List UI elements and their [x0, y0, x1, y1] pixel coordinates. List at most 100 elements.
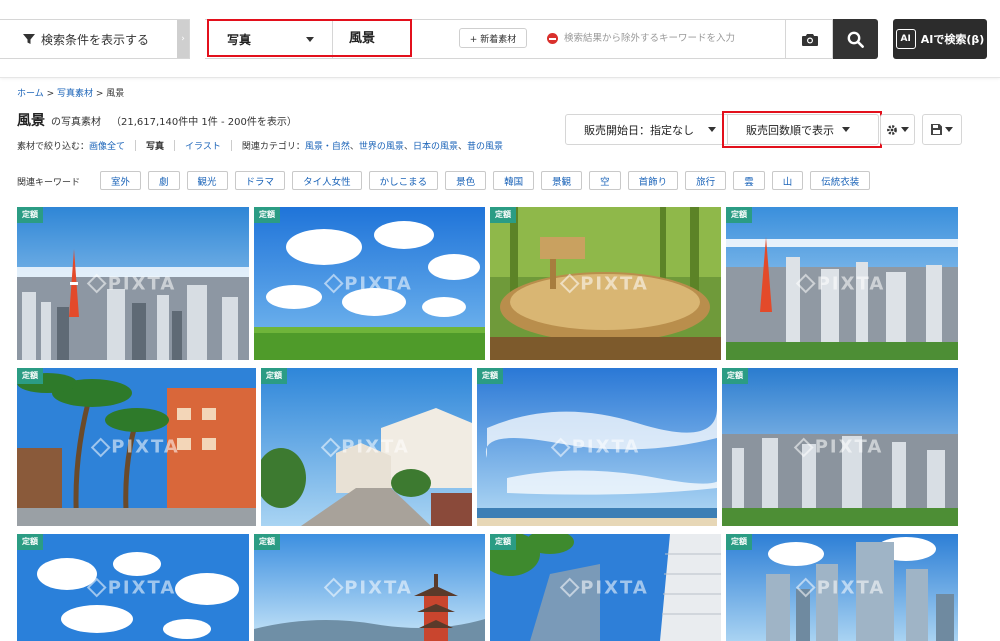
keyword-tag[interactable]: タイ人女性: [292, 171, 362, 190]
photo-office-building-trees[interactable]: 定額 PIXTA: [490, 534, 721, 641]
divider: [230, 140, 232, 151]
keyword-tag[interactable]: 旅行: [685, 171, 727, 190]
photo-image: [254, 207, 485, 360]
photo-palm-tree-street[interactable]: 定額 PIXTA: [17, 368, 256, 526]
filter-illust-link[interactable]: イラスト: [185, 139, 221, 152]
divider: [135, 140, 137, 151]
flat-rate-badge: 定額: [254, 207, 280, 223]
related-category-link[interactable]: 日本の風景: [413, 139, 458, 152]
photo-kiyomizu-pagoda[interactable]: 定額 PIXTA: [254, 534, 485, 641]
comma: 、: [403, 142, 413, 152]
search-box: 写真 風景 + 新着素材 検索結果から除外するキーワードを入力: [205, 19, 833, 59]
related-keywords-label: 関連キーワード: [17, 178, 81, 188]
keyword-tag[interactable]: 景色: [445, 171, 487, 190]
category-select[interactable]: 写真: [205, 20, 333, 58]
breadcrumb: ホーム > 写真素材 > 風景: [17, 86, 124, 99]
keyword-tag[interactable]: 雲: [733, 171, 765, 190]
sort-order-select[interactable]: 販売回数順で表示: [728, 115, 878, 144]
photo-tokyo-tower-city[interactable]: 定額 PIXTA: [726, 207, 958, 360]
keyword-input[interactable]: 風景: [349, 20, 375, 58]
keyword-tag[interactable]: ドラマ: [234, 171, 286, 190]
sort-controls: 販売開始日：指定なし 販売回数順で表示: [565, 114, 879, 145]
show-filter-button[interactable]: 検索条件を表示する ›: [0, 19, 190, 59]
related-category-link[interactable]: 昔の風景: [467, 139, 503, 152]
keyword-tag[interactable]: 韓国: [493, 171, 535, 190]
keyword-tag[interactable]: 劇: [148, 171, 180, 190]
breadcrumb-home[interactable]: ホーム: [17, 89, 44, 99]
breadcrumb-current: 風景: [106, 89, 125, 99]
gear-icon: [887, 124, 897, 135]
photo-sky-over-sea[interactable]: 定額 PIXTA: [477, 368, 717, 526]
exclude-keyword-input[interactable]: 検索結果から除外するキーワードを入力: [564, 20, 735, 58]
related-category-label: 関連カテゴリ：: [241, 142, 305, 152]
keyword-tag[interactable]: 首飾り: [627, 171, 679, 190]
chevron-right-icon[interactable]: ›: [177, 20, 189, 58]
keyword-tag[interactable]: 伝統衣装: [810, 171, 871, 190]
save-search-button[interactable]: [922, 114, 962, 145]
photo-green-field-blue-sky[interactable]: 定額 PIXTA: [254, 207, 485, 360]
category-value: 写真: [227, 32, 252, 47]
new-items-button[interactable]: + 新着素材: [459, 28, 527, 48]
chevron-down-icon: [708, 127, 716, 132]
flat-rate-badge: 定額: [722, 368, 748, 384]
sort-order-label: 販売回数順で表示: [746, 123, 834, 137]
minus-circle-icon: [547, 33, 558, 44]
photo-clouds-blue-sky[interactable]: 定額 PIXTA: [17, 534, 249, 641]
page-title: 風景: [17, 113, 45, 129]
photo-image: [261, 368, 472, 526]
show-filter-label: 検索条件を表示する: [41, 32, 150, 47]
filter-photo: 写真: [146, 142, 165, 152]
keyword-tag[interactable]: かしこまる: [368, 171, 439, 190]
divider: [174, 140, 176, 151]
keyword-tag[interactable]: 景観: [541, 171, 583, 190]
comma: 、: [457, 142, 467, 152]
keyword-tag[interactable]: 山: [771, 171, 804, 190]
search-icon: [847, 31, 864, 48]
photo-image: [722, 368, 958, 526]
flat-rate-badge: 定額: [17, 368, 43, 384]
photo-tokyo-tower-skyline[interactable]: 定額 PIXTA: [17, 207, 249, 360]
breadcrumb-separator: >: [43, 89, 57, 99]
flat-rate-badge: 定額: [254, 534, 280, 550]
related-category-link[interactable]: 世界の風景: [359, 139, 404, 152]
photo-image: [726, 207, 958, 360]
sale-date-select[interactable]: 販売開始日：指定なし: [566, 115, 728, 144]
breadcrumb-separator: >: [93, 89, 107, 99]
flat-rate-badge: 定額: [477, 368, 503, 384]
flat-rate-badge: 定額: [17, 534, 43, 550]
keyword-tag[interactable]: 空: [589, 171, 621, 190]
related-category-link[interactable]: 風景・自然: [305, 139, 350, 152]
photo-residential-street[interactable]: 定額 PIXTA: [261, 368, 472, 526]
keyword-tag[interactable]: 室外: [100, 171, 142, 190]
filter-all-link[interactable]: 画像全て: [89, 139, 125, 152]
breadcrumb-photos[interactable]: 写真素材: [57, 89, 93, 99]
keyword-tag[interactable]: 観光: [186, 171, 228, 190]
photo-city-aerial[interactable]: 定額 PIXTA: [722, 368, 958, 526]
flat-rate-badge: 定額: [726, 534, 752, 550]
photo-image: [726, 534, 958, 641]
photo-image: [17, 207, 249, 360]
chevron-down-icon: [842, 127, 850, 132]
flat-rate-badge: 定額: [726, 207, 752, 223]
camera-search-button[interactable]: [785, 20, 833, 58]
narrow-label: 素材で絞り込む：: [17, 142, 90, 152]
results-header: 風景 の写真素材 （21,617,140件中 1件 - 200件を表示）: [17, 110, 297, 130]
settings-button[interactable]: [880, 114, 915, 145]
related-keywords-list: 室外 劇 観光 ドラマ タイ人女性 かしこまる 景色 韓国 景観 空 首飾り 旅…: [100, 171, 871, 190]
save-icon: [931, 124, 942, 135]
flat-rate-badge: 定額: [261, 368, 287, 384]
photo-image: [477, 368, 717, 526]
photo-bamboo-water-basin[interactable]: 定額 PIXTA: [490, 207, 721, 360]
photo-image: [490, 207, 721, 360]
camera-icon: [801, 33, 818, 46]
flat-rate-badge: 定額: [490, 534, 516, 550]
flat-rate-badge: 定額: [490, 207, 516, 223]
ai-search-button[interactable]: AI AIで検索(β): [893, 19, 987, 59]
comma: 、: [349, 142, 359, 152]
ai-search-label: AIで検索(β): [920, 33, 985, 46]
search-button[interactable]: [833, 19, 878, 59]
sale-date-label: 販売開始日：指定なし: [584, 123, 694, 137]
photo-image: [254, 534, 485, 641]
flat-rate-badge: 定額: [17, 207, 43, 223]
photo-skyscrapers[interactable]: 定額 PIXTA: [726, 534, 958, 641]
